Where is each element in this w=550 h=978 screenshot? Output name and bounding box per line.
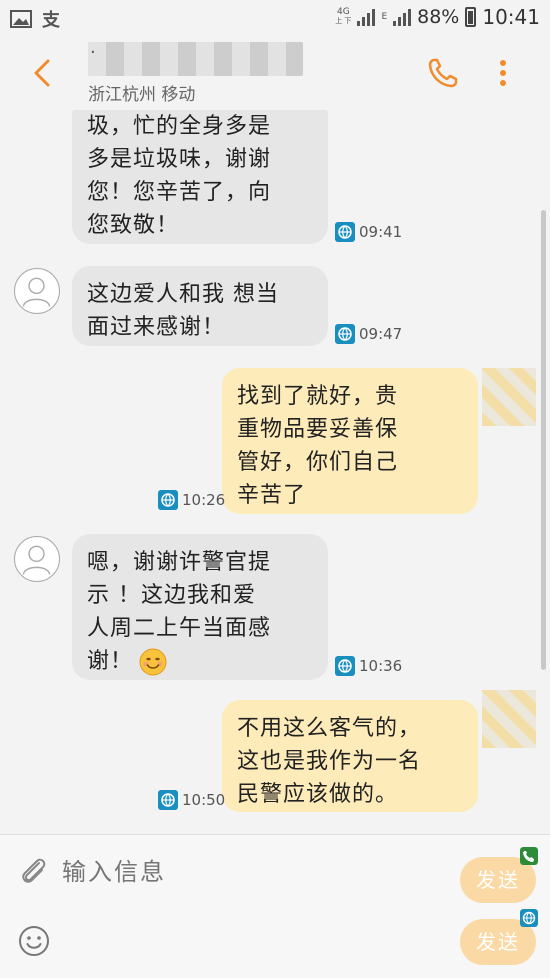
person-icon xyxy=(22,277,51,307)
smiling-emoji-icon xyxy=(139,648,167,675)
message-line: 您！您辛苦了，向 xyxy=(87,180,272,205)
phone-icon[interactable] xyxy=(425,55,461,91)
message-line: 辛苦了 xyxy=(237,483,307,508)
network-type-2: E xyxy=(381,11,388,22)
web-message-icon xyxy=(335,222,355,242)
message-line: 示 ！这边我和爱 xyxy=(87,583,256,608)
back-arrow-icon[interactable] xyxy=(28,56,58,90)
message-line: 不用这么客气的， xyxy=(237,716,422,741)
contact-avatar[interactable] xyxy=(14,268,60,314)
outgoing-message[interactable]: 找到了就好，贵 重物品要妥善保 管好，你们自己 辛苦了 xyxy=(222,368,478,514)
message-line: 找到了就好，贵 xyxy=(237,384,399,409)
emoji-icon[interactable] xyxy=(18,925,50,957)
more-options-icon[interactable] xyxy=(496,58,510,88)
network-type: 4G xyxy=(336,7,350,17)
contact-avatar[interactable] xyxy=(14,536,60,582)
battery-percent: 88% xyxy=(417,6,460,28)
composer: 发送 发送 xyxy=(0,834,550,978)
message-meta: 10:50 xyxy=(158,790,225,810)
alipay-icon: 支 xyxy=(42,10,60,31)
message-line: 人周二上午当面感 xyxy=(87,616,272,641)
scrollbar[interactable] xyxy=(541,210,546,670)
message-line: 重物品要妥善保 xyxy=(237,417,399,442)
web-message-icon xyxy=(158,490,178,510)
message-line: 谢！ xyxy=(87,649,134,674)
sms-phone-badge-icon xyxy=(520,847,538,865)
my-avatar xyxy=(482,368,536,426)
clock: 10:41 xyxy=(482,5,540,29)
web-message-icon xyxy=(158,790,178,810)
message-line: 面过来感谢！ xyxy=(87,315,226,340)
message-line: 这也是我作为一名 xyxy=(237,749,422,774)
message-meta: 10:26 xyxy=(158,490,225,510)
message-line-with-emoji: 谢！ xyxy=(87,645,313,678)
web-badge-icon xyxy=(520,909,538,927)
message-time: 10:26 xyxy=(182,491,226,509)
message-meta: 09:47 xyxy=(335,324,402,344)
message-input[interactable] xyxy=(62,859,422,887)
incoming-message[interactable]: 这边爱人和我 想当 面过来感谢！ xyxy=(72,266,328,346)
message-list[interactable]: 圾，忙的全身多是 多是垃圾味，谢谢 您！您辛苦了，向 您致敬！ 09:41 这边… xyxy=(0,110,550,834)
incoming-message[interactable]: 圾，忙的全身多是 多是垃圾味，谢谢 您！您辛苦了，向 您致敬！ xyxy=(72,110,328,244)
contact-name[interactable]: · xyxy=(88,42,303,76)
attachment-icon[interactable] xyxy=(18,855,50,889)
message-line: 管好，你们自己 xyxy=(237,450,399,475)
outgoing-message[interactable]: 不用这么客气的， 这也是我作为一名 民警应该做的。 xyxy=(222,700,478,812)
web-message-icon xyxy=(335,656,355,676)
message-time: 10:36 xyxy=(359,657,403,675)
message-time: 09:41 xyxy=(359,223,403,241)
message-meta: 09:41 xyxy=(335,222,402,242)
signal-icon xyxy=(357,8,376,26)
my-avatar xyxy=(482,690,536,748)
message-line: 多是垃圾味，谢谢 xyxy=(87,147,272,172)
message-line: 这边爱人和我 想当 xyxy=(87,282,279,307)
message-line: 您致敬！ xyxy=(87,213,180,238)
message-meta: 10:36 xyxy=(335,656,402,676)
signal-2-icon xyxy=(393,8,412,26)
person-icon xyxy=(22,545,51,575)
message-time: 10:50 xyxy=(182,791,226,809)
message-line: 圾，忙的全身多是 xyxy=(87,114,272,139)
incoming-message[interactable]: 嗯，谢谢许警官提 示 ！这边我和爱 人周二上午当面感 谢！ xyxy=(72,534,328,680)
message-line: 嗯，谢谢许警官提 xyxy=(87,550,272,575)
web-message-icon xyxy=(335,324,355,344)
status-bar: 支 4G 上 下 E 88% 10:41 xyxy=(0,0,550,36)
image-icon xyxy=(10,10,32,28)
battery-icon xyxy=(465,7,477,27)
network-sub: 上 下 xyxy=(335,17,352,25)
message-time: 09:47 xyxy=(359,325,403,343)
message-line: 民警应该做的。 xyxy=(237,782,399,807)
contact-location: 浙江杭州 移动 xyxy=(88,85,196,105)
conversation-header: · 浙江杭州 移动 xyxy=(0,36,550,110)
